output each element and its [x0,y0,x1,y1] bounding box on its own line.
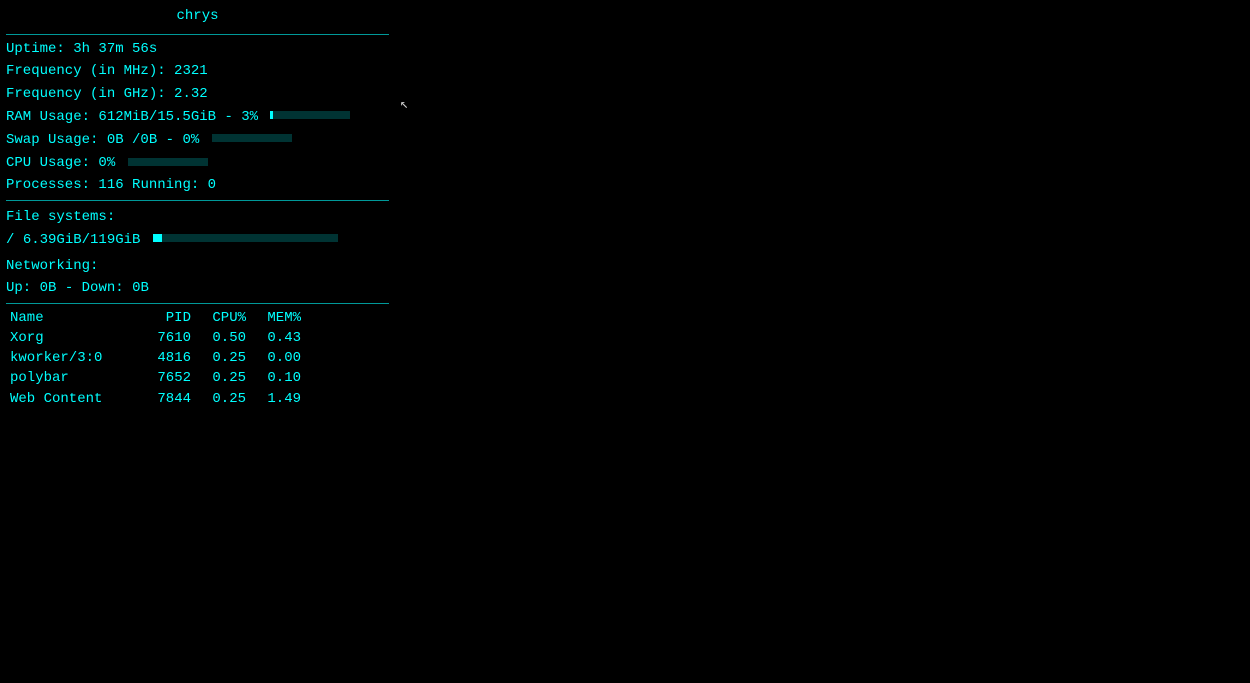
section-divider-1 [6,200,389,201]
freq-mhz-line: Frequency (in MHz): 2321 [6,61,389,81]
swap-line: Swap Usage: 0B /0B - 0% [6,129,389,150]
col-header-name: Name [6,310,136,326]
table-row: kworker/3:0 4816 0.25 0.00 [6,348,389,368]
up-label: Up: [6,280,31,296]
ram-progress [270,106,350,126]
process-cpu: 0.25 [191,389,246,409]
uptime-line: Uptime: 3h 37m 56s [6,39,389,59]
proc-running-label: Running: [132,177,199,193]
process-name: polybar [6,368,136,388]
down-value: 0B [132,280,149,296]
uptime-value: 3h 37m 56s [73,41,157,57]
process-mem: 1.49 [246,389,301,409]
cpu-label: CPU Usage: [6,155,90,171]
fs-mount: / [6,232,14,248]
ram-line: RAM Usage: 612MiB/15.5GiB - 3% [6,106,389,127]
cpu-value: 0% [98,155,115,171]
table-row: Web Content 7844 0.25 1.49 [6,389,389,409]
col-header-mem: MEM% [246,310,301,326]
up-value: 0B [40,280,57,296]
process-name: Xorg [6,328,136,348]
ram-value: 612MiB/15.5GiB - 3% [98,109,258,125]
section-divider-2 [6,303,389,304]
process-pid: 7610 [136,328,191,348]
cpu-bar-track [128,158,208,166]
col-header-pid: PID [136,310,191,326]
filesystem-entry: / 6.39GiB/119GiB [6,229,389,250]
process-name: Web Content [6,389,136,409]
cpu-line: CPU Usage: 0% [6,152,389,173]
process-cpu: 0.25 [191,368,246,388]
swap-label: Swap Usage: [6,132,98,148]
ram-bar-fill [270,111,272,119]
cursor-arrow-icon: ↖ [400,96,408,113]
freq-ghz-value: 2.32 [174,86,208,102]
table-row: polybar 7652 0.25 0.10 [6,368,389,388]
uptime-label: Uptime: [6,41,65,57]
process-table-header: Name PID CPU% MEM% [6,310,389,326]
freq-mhz-value: 2321 [174,63,208,79]
networking-header: Networking: [6,256,389,276]
swap-bar-track [212,134,292,142]
process-table: Name PID CPU% MEM% Xorg 7610 0.50 0.43 k… [6,310,389,409]
ram-label: RAM Usage: [6,109,90,125]
process-mem: 0.10 [246,368,301,388]
terminal-window: chrys Uptime: 3h 37m 56s Frequency (in M… [0,0,395,417]
process-pid: 4816 [136,348,191,368]
freq-mhz-label: Frequency (in MHz): [6,63,166,79]
proc-running: 0 [208,177,216,193]
process-mem: 0.00 [246,348,301,368]
swap-value: 0B /0B - 0% [107,132,199,148]
process-cpu: 0.25 [191,348,246,368]
terminal-title: chrys [6,8,389,24]
proc-count: 116 [98,177,123,193]
table-row: Xorg 7610 0.50 0.43 [6,328,389,348]
fs-progress [153,229,338,249]
freq-ghz-label: Frequency (in GHz): [6,86,166,102]
fs-size: 6.39GiB/119GiB [23,232,141,248]
freq-ghz-line: Frequency (in GHz): 2.32 [6,84,389,104]
process-cpu: 0.50 [191,328,246,348]
processes-line: Processes: 116 Running: 0 [6,175,389,195]
filesystem-header: File systems: [6,207,389,227]
down-label: Down: [82,280,124,296]
title-divider [6,34,389,35]
fs-bar-fill [153,234,162,242]
process-pid: 7652 [136,368,191,388]
process-name: kworker/3:0 [6,348,136,368]
process-pid: 7844 [136,389,191,409]
swap-progress [212,129,292,149]
process-mem: 0.43 [246,328,301,348]
cpu-progress [128,152,208,172]
mouse-cursor: ↖ [400,96,410,112]
down-separator: - [65,280,82,296]
ram-bar-track [270,111,350,119]
process-rows-container: Xorg 7610 0.50 0.43 kworker/3:0 4816 0.2… [6,328,389,409]
proc-label: Processes: [6,177,90,193]
col-header-cpu: CPU% [191,310,246,326]
networking-line: Up: 0B - Down: 0B [6,278,389,298]
fs-bar-track [153,234,338,242]
